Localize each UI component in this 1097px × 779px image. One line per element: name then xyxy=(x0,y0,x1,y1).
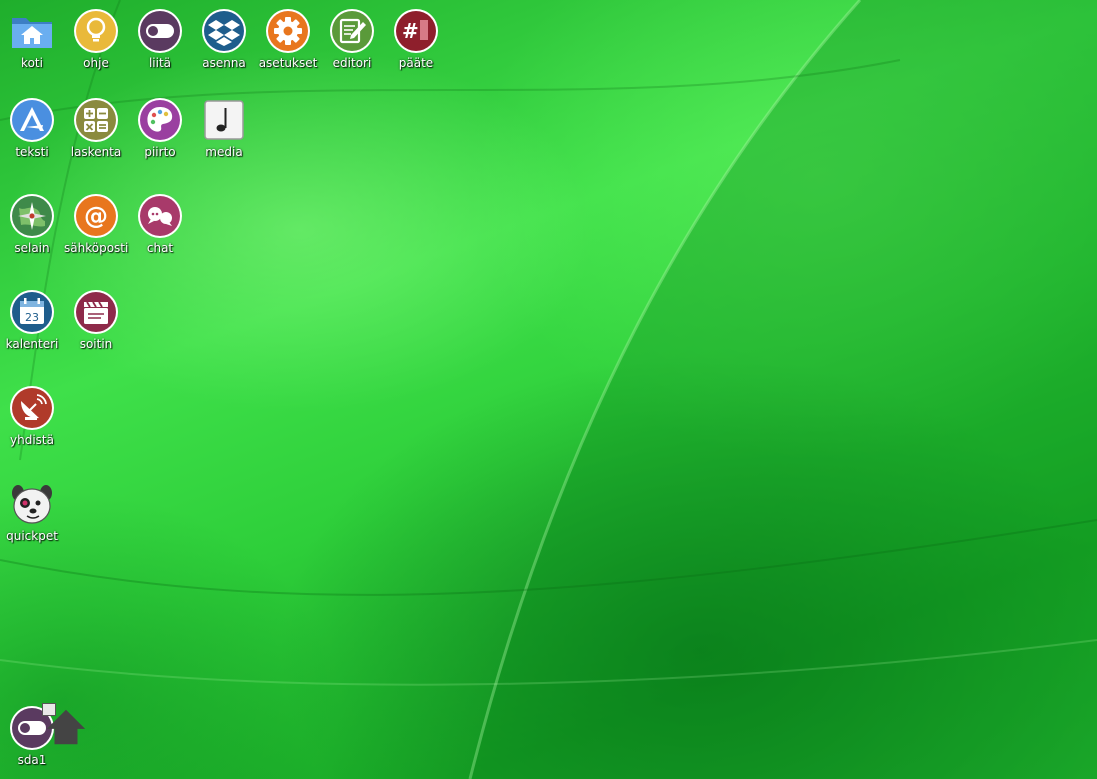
desktop-icon-label: teksti xyxy=(15,145,49,159)
desktop-icon-label: liitä xyxy=(148,56,172,70)
desktop-icon-sda1[interactable]: sda1 xyxy=(0,703,86,767)
desktop-icon-sahkoposti[interactable]: @ sähköposti xyxy=(64,193,128,255)
desktop-icon-media[interactable]: media xyxy=(192,97,256,159)
desktop-icon-label: chat xyxy=(146,241,174,255)
gear-icon xyxy=(265,8,311,54)
desktop-icon-label: quickpet xyxy=(6,529,58,543)
terminal-hash-icon: # xyxy=(393,8,439,54)
calculator-icon xyxy=(73,97,119,143)
desktop-icon-chat[interactable]: chat xyxy=(128,193,192,255)
drive-toggle-icon xyxy=(9,703,86,751)
svg-text:#: # xyxy=(402,19,419,43)
desktop-icon-ohje[interactable]: ohje xyxy=(64,8,128,70)
clapperboard-icon xyxy=(73,289,119,335)
desktop-icon-teksti[interactable]: teksti xyxy=(0,97,64,159)
desktop-icon-label: soitin xyxy=(79,337,113,351)
desktop-icon-label: ohje xyxy=(83,56,109,70)
desktop-icon-label: sähköposti xyxy=(64,241,129,255)
desktop-icon-label: pääte xyxy=(398,56,434,70)
desktop-icon-label: laskenta xyxy=(70,145,122,159)
desktop-icon-asetukset[interactable]: asetukset xyxy=(256,8,320,70)
puppy-face-icon xyxy=(9,481,55,527)
music-note-icon xyxy=(201,97,247,143)
toggle-icon xyxy=(137,8,183,54)
desktop-icon-label: piirto xyxy=(144,145,176,159)
text-a-icon xyxy=(9,97,55,143)
desktop-icon-label: selain xyxy=(14,241,50,255)
desktop-icon-selain[interactable]: selain xyxy=(0,193,64,255)
desktop-icon-editori[interactable]: editori xyxy=(320,8,384,70)
desktop-icon-asenna[interactable]: asenna xyxy=(192,8,256,70)
at-sign-icon: @ xyxy=(73,193,119,239)
desktop-icon-liita[interactable]: liitä xyxy=(128,8,192,70)
desktop-icon-label: editori xyxy=(332,56,372,70)
chat-bubbles-icon xyxy=(137,193,183,239)
notepad-pencil-icon xyxy=(329,8,375,54)
desktop-icon-label: yhdistä xyxy=(10,433,54,447)
desktop-icon-label: asetukset xyxy=(258,56,318,70)
home-badge-icon xyxy=(42,703,86,745)
desktop-icon-label: media xyxy=(205,145,243,159)
lightbulb-icon xyxy=(73,8,119,54)
home-folder-icon xyxy=(9,8,55,54)
satellite-dish-icon xyxy=(9,385,55,431)
desktop-icon-piirto[interactable]: piirto xyxy=(128,97,192,159)
desktop-icon-label: sda1 xyxy=(17,753,47,767)
calendar-icon: 23 xyxy=(9,289,55,335)
palette-icon xyxy=(137,97,183,143)
desktop-icon-koti[interactable]: koti xyxy=(0,8,64,70)
dropbox-box-icon xyxy=(201,8,247,54)
desktop-icon-yhdista[interactable]: yhdistä xyxy=(0,385,64,447)
desktop-icon-paate[interactable]: # pääte xyxy=(384,8,448,70)
desktop-icon-quickpet[interactable]: quickpet xyxy=(0,481,64,543)
desktop-icon-label: koti xyxy=(21,56,43,70)
desktop-icon-kalenteri[interactable]: 23 kalenteri xyxy=(0,289,64,351)
desktop-icon-label: asenna xyxy=(202,56,246,70)
calendar-day-number: 23 xyxy=(25,311,39,324)
svg-text:@: @ xyxy=(84,202,108,230)
desktop-icon-soitin[interactable]: soitin xyxy=(64,289,128,351)
desktop-icon-label: kalenteri xyxy=(5,337,59,351)
desktop-icon-laskenta[interactable]: laskenta xyxy=(64,97,128,159)
compass-globe-icon xyxy=(9,193,55,239)
